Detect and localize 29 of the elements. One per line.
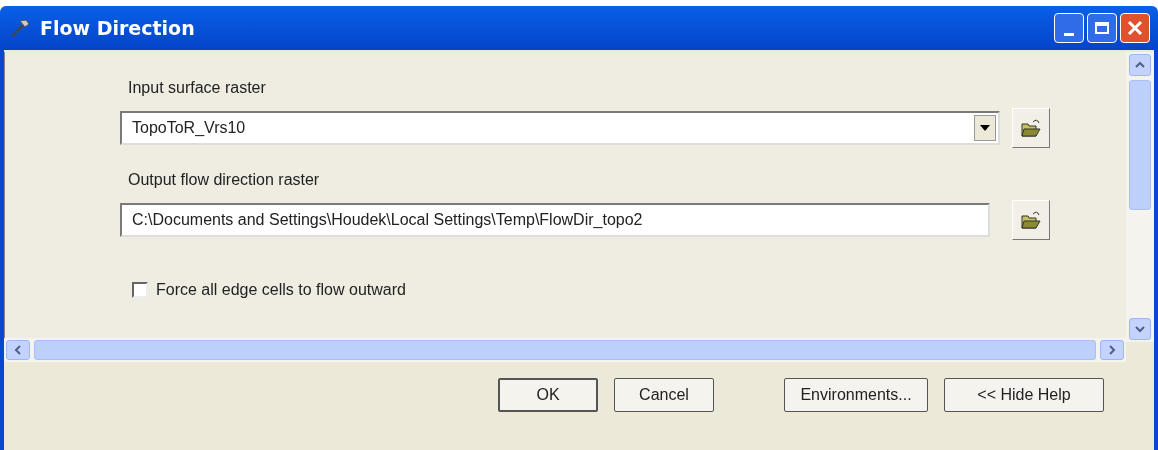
window-title: Flow Direction (40, 15, 195, 41)
checkbox[interactable] (132, 282, 148, 298)
scroll-left-button[interactable] (6, 340, 30, 360)
output-path-field[interactable]: C:\Documents and Settings\Houdek\Local Settings\Temp\FlowDir_topo2 (120, 203, 990, 237)
scroll-up-button[interactable] (1129, 54, 1151, 76)
dialog-button[interactable]: Environments... (784, 378, 928, 412)
scrollbar-thumb[interactable] (34, 340, 1096, 360)
dialog-button[interactable]: Cancel (614, 378, 714, 412)
dialog-button[interactable]: << Hide Help (944, 378, 1104, 412)
vertical-scrollbar[interactable] (1126, 52, 1154, 342)
maximize-button[interactable] (1087, 13, 1117, 43)
dropdown-arrow-icon (980, 125, 990, 131)
browse-button[interactable] (1012, 200, 1050, 240)
hammer-icon (8, 18, 32, 38)
close-button[interactable] (1120, 13, 1150, 43)
scroll-down-button[interactable] (1129, 318, 1151, 340)
close-icon (1127, 20, 1143, 36)
scrollbar-thumb[interactable] (1129, 80, 1151, 210)
horizontal-scrollbar[interactable] (4, 338, 1126, 362)
scroll-right-button[interactable] (1100, 340, 1124, 360)
field-label: Input surface raster (128, 78, 267, 98)
raster-dropdown[interactable]: TopoToR_Vrs10 (120, 111, 1000, 145)
field-label: Output flow direction raster (128, 170, 321, 190)
open-folder-icon (1020, 118, 1042, 138)
browse-button[interactable] (1012, 108, 1050, 148)
dialog-button[interactable]: OK (498, 378, 598, 412)
open-folder-icon (1020, 210, 1042, 230)
checkbox-label: Force all edge cells to flow outward (156, 280, 406, 300)
minimize-button[interactable] (1054, 13, 1084, 43)
